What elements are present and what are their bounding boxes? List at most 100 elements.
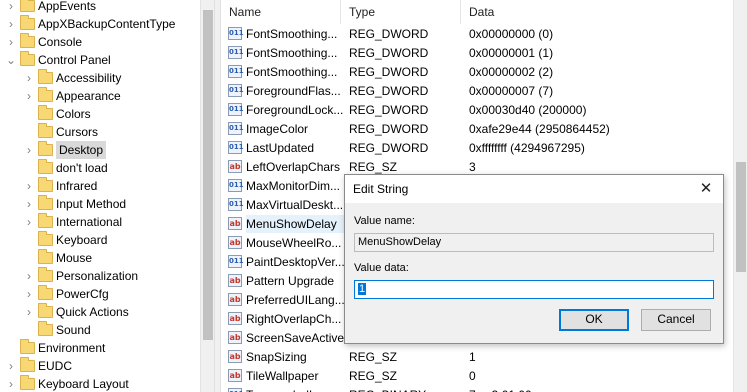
column-header-name[interactable]: Name — [221, 0, 341, 24]
folder-icon — [38, 321, 53, 336]
table-row[interactable]: 011 LastUpdated REG_DWORD 0xffffffff (42949… — [221, 139, 741, 157]
cell-name: SnapSizing — [246, 350, 307, 364]
table-row[interactable]: 011 ImageColor REG_DWORD 0xafe29e44 (295086… — [221, 120, 741, 138]
tree-item[interactable]: › Infrared — [0, 177, 200, 195]
folder-icon — [20, 15, 35, 30]
cancel-button[interactable]: Cancel — [641, 309, 711, 331]
folder-icon — [38, 267, 53, 282]
dialog-titlebar[interactable]: Edit String ✕ — [345, 175, 723, 203]
ok-button[interactable]: OK — [559, 309, 629, 331]
table-row[interactable]: 011 FontSmoothing... REG_DWORD 0x00000002 (… — [221, 63, 741, 81]
column-header-type[interactable]: Type — [341, 0, 461, 24]
tree-item[interactable]: Colors — [0, 105, 200, 123]
cell-name: FontSmoothing... — [246, 27, 338, 41]
folder-icon — [38, 213, 53, 228]
close-icon[interactable]: ✕ — [695, 178, 717, 200]
tree-item[interactable]: ⌄ Control Panel — [0, 51, 200, 69]
string-value-icon: ab — [228, 350, 242, 363]
tree-scrollbar-thumb[interactable] — [203, 10, 213, 340]
tree-item[interactable]: › Appearance — [0, 87, 200, 105]
binary-value-icon: 011 — [228, 179, 244, 192]
chevron-right-icon[interactable]: › — [6, 357, 16, 375]
tree-item[interactable]: Keyboard — [0, 231, 200, 249]
cell-type: REG_SZ — [349, 369, 398, 383]
tree-item[interactable]: › AppXBackupContentType — [0, 15, 200, 33]
cell-type: REG_DWORD — [349, 141, 429, 155]
tree-item-label: Console — [38, 35, 83, 49]
registry-key-tree[interactable]: › AppEvents › AppXBackupContentType › Console… — [0, 0, 214, 392]
tree-scrollbar[interactable] — [200, 0, 214, 392]
cell-data: 0xffffffff (4294967295) — [469, 141, 585, 155]
chevron-right-icon[interactable]: › — [24, 87, 34, 105]
pane-splitter[interactable] — [214, 0, 221, 392]
string-value-icon: ab — [228, 217, 242, 230]
chevron-right-icon[interactable]: › — [6, 0, 16, 15]
tree-item[interactable]: › Input Method — [0, 195, 200, 213]
tree-item[interactable]: › Quick Actions — [0, 303, 200, 321]
tree-item-label: Accessibility — [56, 71, 122, 85]
table-row[interactable]: 011 ForegroundFlas... REG_DWORD 0x00000007 … — [221, 82, 741, 100]
tree-item[interactable]: Cursors — [0, 123, 200, 141]
column-header-data[interactable]: Data — [461, 0, 741, 24]
table-row[interactable]: ab SnapSizing REG_SZ 1 — [221, 348, 741, 366]
chevron-right-icon[interactable]: › — [24, 69, 34, 87]
tree-item[interactable]: don't load — [0, 159, 200, 177]
tree-item[interactable]: Environment — [0, 339, 200, 357]
cell-type: REG_DWORD — [349, 27, 429, 41]
tree-item-label: AppEvents — [38, 0, 97, 13]
chevron-right-icon[interactable]: › — [24, 285, 34, 303]
tree-item-label: Personalization — [56, 269, 139, 283]
tree-item-label: Control Panel — [38, 53, 111, 67]
dialog-title: Edit String — [353, 182, 409, 196]
chevron-right-icon[interactable]: › — [24, 141, 34, 159]
folder-icon — [38, 303, 53, 318]
chevron-right-icon[interactable]: › — [24, 213, 34, 231]
tree-item[interactable]: › AppEvents — [0, 0, 200, 15]
table-row[interactable]: 011 FontSmoothing... REG_DWORD 0x00000000 (… — [221, 25, 741, 43]
tree-item[interactable]: Sound — [0, 321, 200, 339]
tree-item[interactable]: › Console — [0, 33, 200, 51]
tree-item[interactable]: › Accessibility — [0, 69, 200, 87]
chevron-right-icon[interactable]: › — [24, 195, 34, 213]
binary-value-icon: 011 — [228, 27, 244, 40]
tree-item-label: Environment — [38, 341, 106, 355]
table-row[interactable]: ab TileWallpaper REG_SZ 0 — [221, 367, 741, 385]
value-data-input[interactable]: 1 — [354, 280, 714, 299]
cell-name: ForegroundLock... — [246, 103, 344, 117]
cell-name: FontSmoothing... — [246, 46, 338, 60]
folder-icon — [38, 69, 53, 84]
chevron-right-icon[interactable]: › — [6, 375, 16, 392]
table-row[interactable]: 011TranscodedIma...REG_BINARY 7a c3 01 00… — [221, 386, 741, 392]
list-scrollbar-thumb[interactable] — [736, 162, 746, 272]
folder-icon — [38, 141, 53, 156]
chevron-right-icon[interactable]: › — [6, 15, 16, 33]
cell-name: ForegroundFlas... — [246, 84, 341, 98]
chevron-right-icon[interactable]: › — [24, 177, 34, 195]
tree-item[interactable]: › EUDC — [0, 357, 200, 375]
list-scrollbar[interactable] — [733, 0, 747, 392]
chevron-right-icon[interactable]: › — [24, 267, 34, 285]
tree-item-label: Appearance — [56, 89, 121, 103]
folder-icon — [20, 51, 35, 66]
folder-icon — [38, 87, 53, 102]
tree-item-label: AppXBackupContentType — [38, 17, 176, 31]
cell-type: REG_DWORD — [349, 84, 429, 98]
table-row[interactable]: 011 FontSmoothing... REG_DWORD 0x00000001 (… — [221, 44, 741, 62]
binary-value-icon: 011 — [228, 46, 244, 59]
cell-type: REG_BINARY — [349, 386, 426, 392]
chevron-right-icon[interactable]: › — [24, 303, 34, 321]
folder-icon — [38, 123, 53, 138]
tree-item[interactable]: › Personalization — [0, 267, 200, 285]
tree-item[interactable]: › International — [0, 213, 200, 231]
folder-icon — [38, 231, 53, 246]
tree-item[interactable]: Mouse — [0, 249, 200, 267]
string-value-icon: ab — [228, 160, 242, 173]
tree-item[interactable]: › PowerCfg — [0, 285, 200, 303]
tree-item-label: Input Method — [56, 197, 127, 211]
cell-name: LastUpdated — [246, 141, 315, 155]
table-row[interactable]: 011 ForegroundLock... REG_DWORD 0x00030d40 … — [221, 101, 741, 119]
chevron-right-icon[interactable]: › — [6, 33, 16, 51]
chevron-down-icon[interactable]: ⌄ — [6, 51, 16, 69]
tree-item[interactable]: › Desktop — [0, 141, 200, 159]
tree-item[interactable]: › Keyboard Layout — [0, 375, 200, 392]
